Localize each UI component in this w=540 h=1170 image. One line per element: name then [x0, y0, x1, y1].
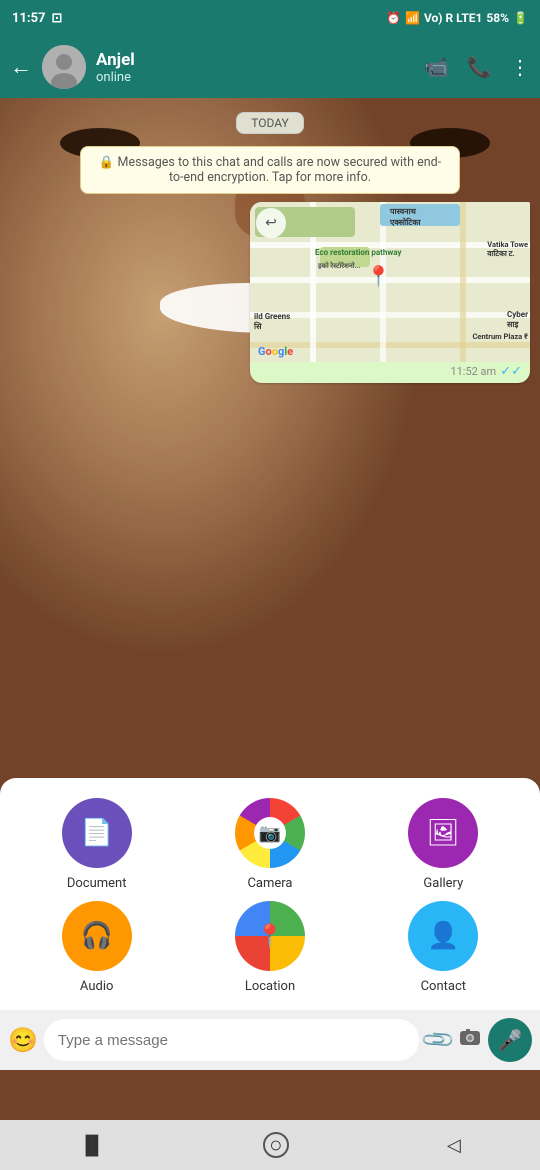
chat-content: TODAY 🔒 Messages to this chat and calls … [0, 98, 540, 1120]
wifi-icon: 📶 [405, 11, 420, 25]
document-label: Document [67, 876, 127, 891]
location-icon-circle: 📍 [235, 901, 305, 971]
map-label-eco: Eco restoration pathway [315, 248, 402, 257]
attach-camera[interactable]: 📷 Camera [235, 798, 305, 891]
map-message-bubble[interactable]: पास्वनाथएक्सोटिका Eco restoration pathwa… [250, 202, 530, 383]
gallery-icon-circle: 🖼 [408, 798, 478, 868]
map-container: पास्वनाथएक्सोटिका Eco restoration pathwa… [250, 202, 530, 362]
map-label-centrum: Centrum Plaza ₹ [473, 332, 528, 341]
bubble-footer: 11:52 am ✓✓ [250, 362, 530, 383]
map-location-pin: 📍 [366, 264, 391, 288]
attach-document[interactable]: 📄 Document [62, 798, 132, 891]
recent-apps-button[interactable]: ▐▌ [79, 1135, 105, 1156]
contact-icon-circle: 👤 [408, 901, 478, 971]
attach-location[interactable]: 📍 Location [235, 901, 305, 994]
menu-button[interactable]: ⋮ [510, 55, 530, 79]
google-logo: Google [258, 345, 293, 358]
attachment-panel: 📄 Document 📷 Camera 🖼 Gallery [0, 778, 540, 1010]
audio-label: Audio [80, 979, 113, 994]
signal-text: Vo) R LTE1 [424, 11, 482, 25]
contact-info[interactable]: Anjel online [96, 50, 424, 85]
read-ticks: ✓✓ [500, 364, 522, 379]
camera-icon-circle: 📷 [235, 798, 305, 868]
status-right: ⏰ 📶 Vo) R LTE1 58% 🔋 [386, 11, 528, 25]
encryption-notice[interactable]: 🔒 Messages to this chat and calls are no… [80, 146, 460, 194]
contact-status: online [96, 70, 424, 85]
alarm-icon: ⏰ [386, 11, 401, 25]
attach-contact[interactable]: 👤 Contact [408, 901, 478, 994]
back-button[interactable]: ← [10, 54, 32, 80]
system-nav-bar: ▐▌ ○ ◁ [0, 1120, 540, 1170]
audio-icon: 🎧 [80, 921, 112, 951]
camera-label: Camera [247, 876, 292, 891]
header-action-icons: 📹 📞 ⋮ [424, 55, 530, 79]
map-label-vatika: Vatika Toweवाटिका ट. [487, 240, 528, 259]
status-bar: 11:57 ⊡ ⏰ 📶 Vo) R LTE1 58% 🔋 [0, 0, 540, 36]
status-time: 11:57 [12, 11, 46, 26]
map-label-greens: ild Greensसि [254, 312, 290, 332]
attach-audio[interactable]: 🎧 Audio [62, 901, 132, 994]
video-call-button[interactable]: 📹 [424, 55, 449, 79]
back-nav-button[interactable]: ◁ [447, 1135, 461, 1156]
home-button[interactable]: ○ [263, 1132, 289, 1158]
location-label: Location [245, 979, 295, 994]
location-icon: 📍 [256, 924, 283, 949]
contact-name: Anjel [96, 50, 424, 70]
voice-call-button[interactable]: 📞 [467, 55, 492, 79]
gallery-icon: 🖼 [427, 818, 460, 848]
contact-icon: 👤 [427, 921, 459, 951]
message-input-bar: 😊 📎 🎤 [0, 1010, 540, 1070]
chat-header: ← Anjel online 📹 📞 ⋮ [0, 36, 540, 98]
map-label-cyber: Cyberसाइ [507, 310, 528, 330]
camera-icon: 📷 [254, 817, 286, 849]
map-label-hindi1: पास्वनाथएक्सोटिका [390, 206, 421, 228]
attachment-grid: 📄 Document 📷 Camera 🖼 Gallery [20, 798, 520, 994]
date-badge: TODAY [236, 112, 304, 134]
mic-icon: 🎤 [498, 1028, 523, 1052]
attach-gallery[interactable]: 🖼 Gallery [408, 798, 478, 891]
emoji-button[interactable]: 😊 [8, 1026, 38, 1054]
status-left: 11:57 ⊡ [12, 11, 62, 26]
battery-text: 58% [486, 11, 509, 25]
map-label-hindi2: इको रेस्टोरेशनो... [318, 262, 361, 271]
message-time: 11:52 am [450, 365, 496, 378]
contact-label: Contact [421, 979, 466, 994]
document-icon: 📄 [80, 818, 112, 848]
forward-button[interactable]: ↩ [256, 208, 286, 238]
paperclip-icon[interactable]: 📎 [420, 1021, 457, 1058]
camera-button[interactable] [458, 1025, 482, 1055]
microphone-button[interactable]: 🎤 [488, 1018, 532, 1062]
status-icon: ⊡ [52, 11, 63, 26]
audio-icon-circle: 🎧 [62, 901, 132, 971]
document-icon-circle: 📄 [62, 798, 132, 868]
gallery-label: Gallery [423, 876, 463, 891]
avatar[interactable] [42, 45, 86, 89]
battery-icon: 🔋 [513, 11, 528, 25]
message-input[interactable] [44, 1019, 419, 1061]
